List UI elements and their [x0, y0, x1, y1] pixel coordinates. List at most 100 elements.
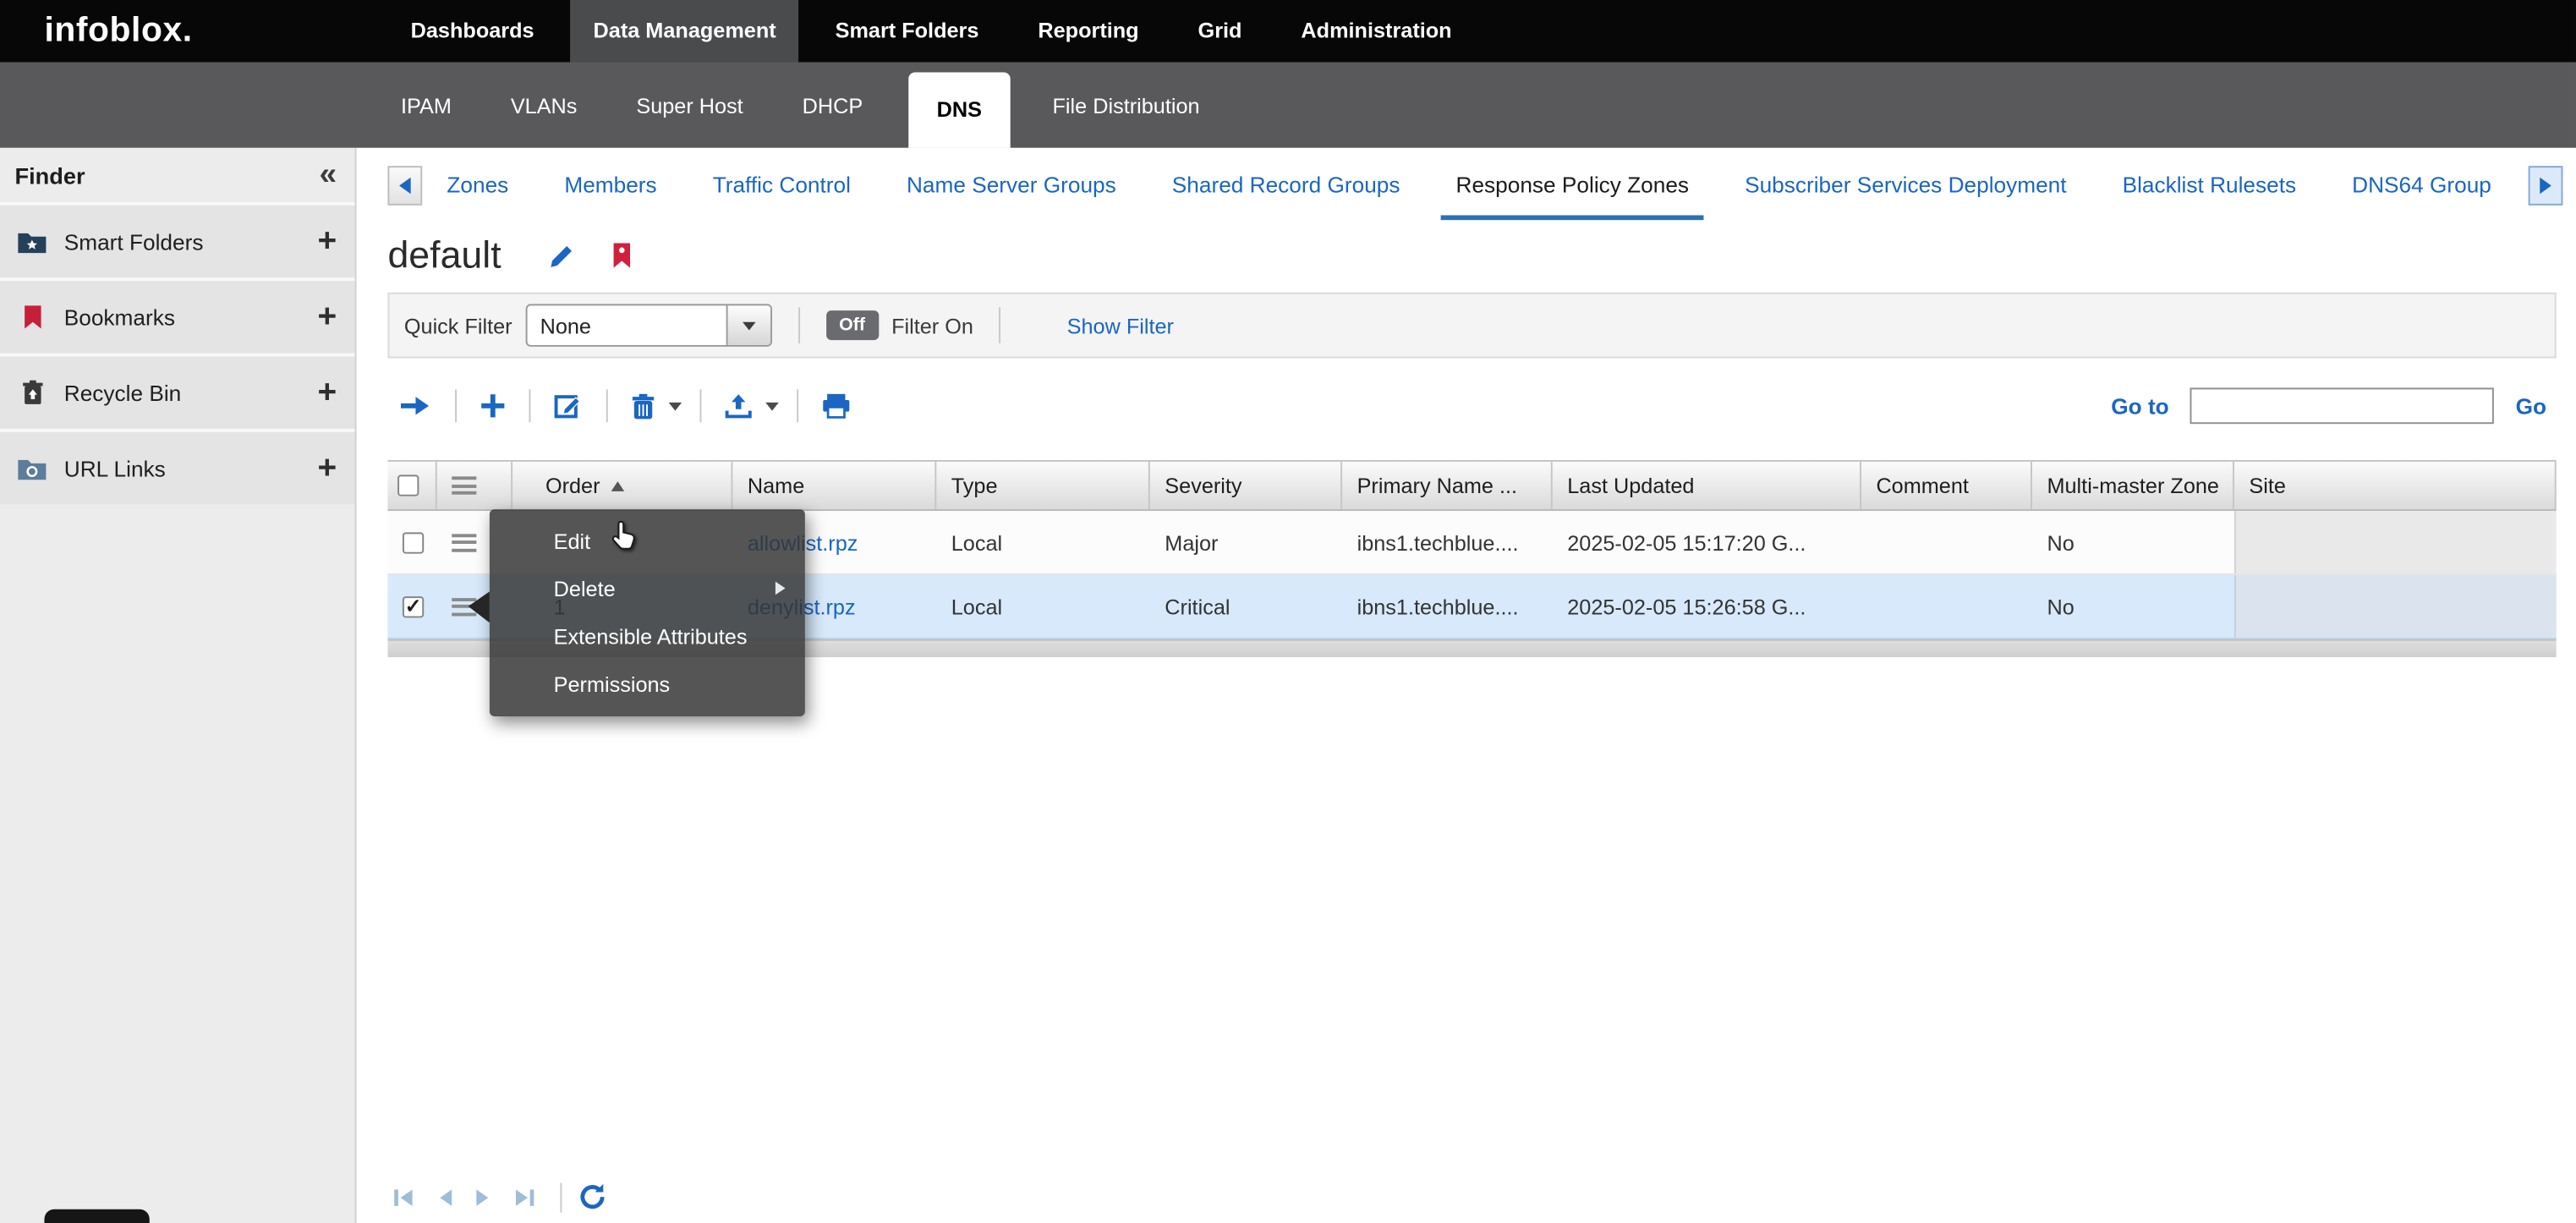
context-menu-item-extensible-attributes[interactable]: Extensible Attributes — [490, 613, 805, 661]
goto-label: Go to — [2111, 393, 2168, 418]
cell-primary-name: ibns1.techblue.... — [1342, 575, 1553, 638]
drag-handle-icon — [452, 533, 476, 551]
sub-nav: IPAM VLANs Super Host DHCP DNS File Dist… — [387, 63, 2576, 148]
nav-item-smart-folders[interactable]: Smart Folders — [812, 0, 1001, 63]
subnav-item-dns[interactable]: DNS — [909, 72, 1010, 147]
column-header-site[interactable]: Site — [2234, 462, 2557, 509]
column-header-order[interactable]: Order — [512, 462, 732, 509]
subnav-item-ipam[interactable]: IPAM — [387, 93, 464, 118]
cell-multi-master: No — [2032, 511, 2234, 573]
goto-group: Go to Go — [2111, 387, 2556, 424]
show-filter-link[interactable]: Show Filter — [1067, 313, 1174, 337]
sort-asc-icon — [611, 480, 625, 491]
nav-item-data-management[interactable]: Data Management — [570, 0, 799, 63]
row-checkbox-cell[interactable] — [387, 575, 436, 638]
sidebar-item-recycle-bin[interactable]: Recycle Bin + — [0, 354, 355, 429]
column-header-multi-master-zone[interactable]: Multi-master Zone — [2032, 462, 2234, 509]
title-row: default — [387, 225, 633, 284]
add-url-link-button[interactable]: + — [318, 452, 337, 485]
column-header-severity[interactable]: Severity — [1150, 462, 1342, 509]
dropdown-caret-button[interactable] — [726, 305, 770, 345]
tab-zones[interactable]: Zones — [432, 157, 523, 215]
column-header-last-updated[interactable]: Last Updated — [1553, 462, 1861, 509]
context-menu-item-permissions[interactable]: Permissions — [490, 661, 805, 708]
nav-item-dashboards[interactable]: Dashboards — [387, 0, 556, 63]
tab-subscriber-services-deployment[interactable]: Subscriber Services Deployment — [1730, 157, 2081, 215]
add-recycle-button[interactable]: + — [318, 376, 337, 409]
tab-dns64-group[interactable]: DNS64 Group — [2338, 157, 2507, 215]
cell-last-updated: 2025-02-05 15:26:58 G... — [1553, 575, 1861, 638]
export-icon[interactable] — [725, 392, 753, 419]
row-checkbox[interactable] — [403, 531, 424, 552]
row-checkbox[interactable] — [403, 595, 424, 617]
go-arrow-icon[interactable] — [399, 394, 432, 417]
goto-input[interactable] — [2190, 387, 2494, 424]
infoblox-logo: infoblox. — [0, 0, 387, 63]
sidebar-item-bookmarks[interactable]: Bookmarks + — [0, 277, 355, 353]
column-label: Multi-master Zone — [2047, 473, 2218, 497]
tab-blacklist-rulesets[interactable]: Blacklist Rulesets — [2107, 157, 2310, 215]
tab-response-policy-zones[interactable]: Response Policy Zones — [1441, 157, 1703, 220]
go-button[interactable]: Go — [2516, 393, 2546, 418]
tabs-scroll-right-button[interactable] — [2529, 166, 2563, 206]
tabs-scroll-left-button[interactable] — [387, 166, 422, 206]
subnav-item-file-distribution[interactable]: File Distribution — [1039, 93, 1213, 118]
nav-item-grid[interactable]: Grid — [1175, 0, 1264, 63]
bookmark-flag-icon[interactable] — [611, 241, 633, 269]
first-page-icon[interactable] — [392, 1187, 415, 1207]
delete-icon[interactable] — [631, 392, 655, 420]
column-label: Order — [545, 473, 600, 497]
prev-page-icon[interactable] — [437, 1187, 453, 1207]
tab-name-server-groups[interactable]: Name Server Groups — [891, 157, 1131, 215]
filter-toggle-badge[interactable]: Off — [826, 310, 879, 340]
quick-filter-dropdown[interactable]: None — [525, 304, 771, 347]
edit-icon[interactable] — [554, 391, 584, 420]
last-page-icon[interactable] — [512, 1187, 535, 1207]
cell-comment — [1861, 575, 2032, 638]
divider — [529, 389, 531, 422]
edit-title-icon[interactable] — [549, 241, 577, 269]
cell-type: Local — [936, 511, 1150, 573]
corner-notification-pill — [44, 1209, 149, 1223]
sidebar-item-label: Smart Folders — [64, 229, 318, 254]
sidebar-item-url-links[interactable]: URL Links + — [0, 429, 355, 504]
collapse-sidebar-icon[interactable]: « — [320, 158, 337, 191]
column-header-name[interactable]: Name — [732, 462, 936, 509]
next-page-icon[interactable] — [474, 1187, 491, 1207]
tab-traffic-control[interactable]: Traffic Control — [698, 157, 865, 215]
add-smart-folder-button[interactable]: + — [318, 225, 337, 258]
subnav-item-super-host[interactable]: Super Host — [623, 93, 756, 118]
divider — [798, 307, 800, 343]
add-icon[interactable] — [480, 392, 506, 419]
context-menu-item-delete[interactable]: Delete — [490, 565, 805, 612]
column-header-type[interactable]: Type — [936, 462, 1150, 509]
filter-on-label: Filter On — [891, 313, 973, 337]
column-label: Comment — [1876, 473, 1968, 497]
print-icon[interactable] — [821, 392, 851, 419]
finder-title: Finder — [14, 162, 85, 188]
cell-type: Local — [936, 575, 1150, 638]
column-header-comment[interactable]: Comment — [1861, 462, 2032, 509]
tab-shared-record-groups[interactable]: Shared Record Groups — [1157, 157, 1415, 215]
context-menu-label: Delete — [554, 577, 616, 601]
column-header-primary-name[interactable]: Primary Name ... — [1342, 462, 1553, 509]
refresh-icon[interactable] — [578, 1183, 608, 1211]
tab-members[interactable]: Members — [550, 157, 671, 215]
context-menu-item-edit[interactable]: Edit — [490, 518, 805, 565]
nav-item-reporting[interactable]: Reporting — [1015, 0, 1162, 63]
bookmark-icon — [16, 302, 47, 332]
top-nav-bar: infoblox. Dashboards Data Management Sma… — [0, 0, 2576, 63]
sidebar-item-smart-folders[interactable]: Smart Folders + — [0, 202, 355, 277]
subnav-item-vlans[interactable]: VLANs — [497, 93, 590, 118]
pagination-bar — [392, 1182, 629, 1212]
row-checkbox-cell[interactable] — [387, 511, 436, 573]
nav-item-administration[interactable]: Administration — [1278, 0, 1475, 63]
hand-cursor-icon — [611, 519, 639, 559]
infoblox-app: infoblox. Dashboards Data Management Sma… — [0, 0, 2576, 1223]
subnav-item-dhcp[interactable]: DHCP — [789, 93, 876, 118]
delete-menu-caret-icon[interactable] — [669, 402, 682, 410]
add-bookmark-button[interactable]: + — [318, 300, 337, 333]
select-all-checkbox-cell[interactable] — [387, 462, 436, 509]
select-all-checkbox[interactable] — [397, 474, 419, 496]
export-menu-caret-icon[interactable] — [765, 402, 779, 410]
